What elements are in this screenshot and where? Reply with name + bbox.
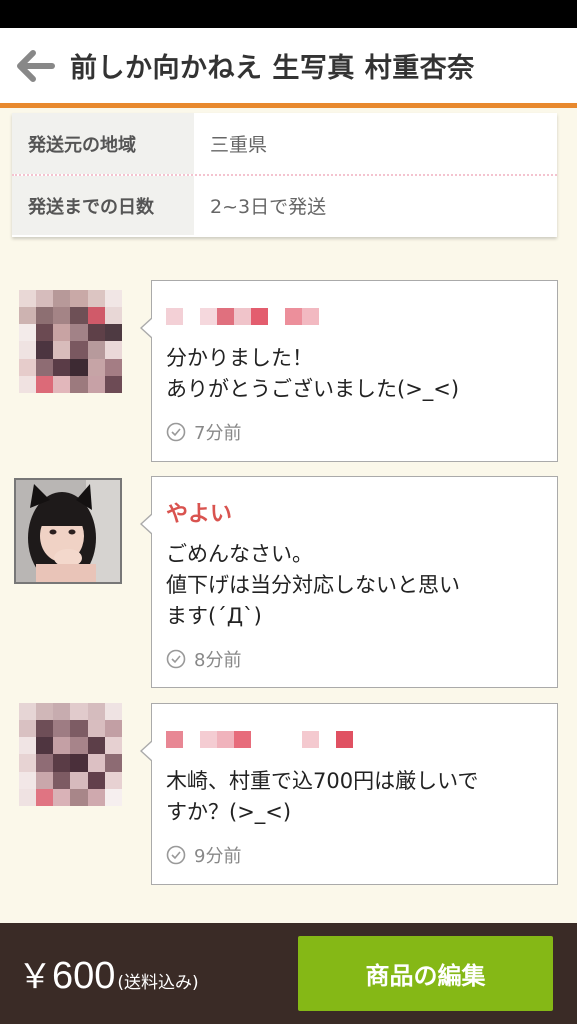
comment-text: ごめんなさい。 値下げは当分対応しないと思い ます(´Д`) [166, 542, 460, 628]
comment-bubble: 分かりました！ ありがとうございました(>_<) 7分前 [140, 280, 558, 462]
comment-bubble: やよい ごめんなさい。 値下げは当分対応しないと思い ます(´Д`) 8分前 [140, 476, 558, 688]
commenter-name-redacted [166, 724, 543, 754]
currency-symbol: ￥ [18, 957, 52, 997]
page-title: 前しか向かねえ 生写真 村重杏奈 [70, 53, 475, 84]
avatar-mosaic [19, 290, 122, 393]
price-display: ￥ 600 (送料込み) [18, 949, 199, 998]
pixelated-avatar[interactable] [19, 290, 122, 393]
info-row-days: 発送までの日数 2~3日で発送 [12, 174, 557, 235]
comment-text: 木崎、村重で込700円は厳しいで すか？(>_<) [166, 769, 479, 824]
commenter-name-redacted [166, 301, 543, 331]
time-label: 8分前 [194, 650, 242, 671]
clock-icon [166, 845, 186, 865]
time-label: 9分前 [194, 846, 242, 867]
comment-bubble: 木崎、村重で込700円は厳しいで すか？(>_<) 9分前 [140, 703, 558, 885]
info-value: 三重県 [210, 134, 268, 156]
info-value: 2~3日で発送 [210, 196, 327, 218]
comment-text: 分かりました！ ありがとうございました(>_<) [166, 346, 460, 401]
comment-time: 9分前 [166, 842, 543, 868]
pixelated-avatar[interactable] [19, 703, 122, 806]
commenter-name[interactable]: やよい [166, 497, 543, 527]
comment-time: 7分前 [166, 419, 543, 445]
clock-icon [166, 649, 186, 669]
status-bar [0, 0, 577, 28]
avatar-photo-image [16, 480, 120, 582]
price-note: (送料込み) [117, 973, 199, 993]
price-value: 600 [52, 955, 116, 997]
info-row-region: 発送元の地域 三重県 [12, 113, 557, 174]
user-photo-avatar[interactable] [14, 478, 122, 584]
edit-item-button[interactable]: 商品の編集 [298, 936, 553, 1011]
footer-bar: ￥ 600 (送料込み) 商品の編集 [0, 923, 577, 1024]
time-label: 7分前 [194, 423, 242, 444]
clock-icon [166, 422, 186, 442]
info-label: 発送元の地域 [12, 113, 194, 174]
comment-time: 8分前 [166, 646, 543, 672]
avatar-mosaic [19, 703, 122, 806]
arrow-left-icon [17, 49, 55, 82]
back-button[interactable] [0, 26, 70, 106]
shipping-info-card: 発送元の地域 三重県 発送までの日数 2~3日で発送 [12, 113, 557, 237]
app-header: 前しか向かねえ 生写真 村重杏奈 [0, 28, 577, 108]
info-label: 発送までの日数 [12, 176, 194, 235]
